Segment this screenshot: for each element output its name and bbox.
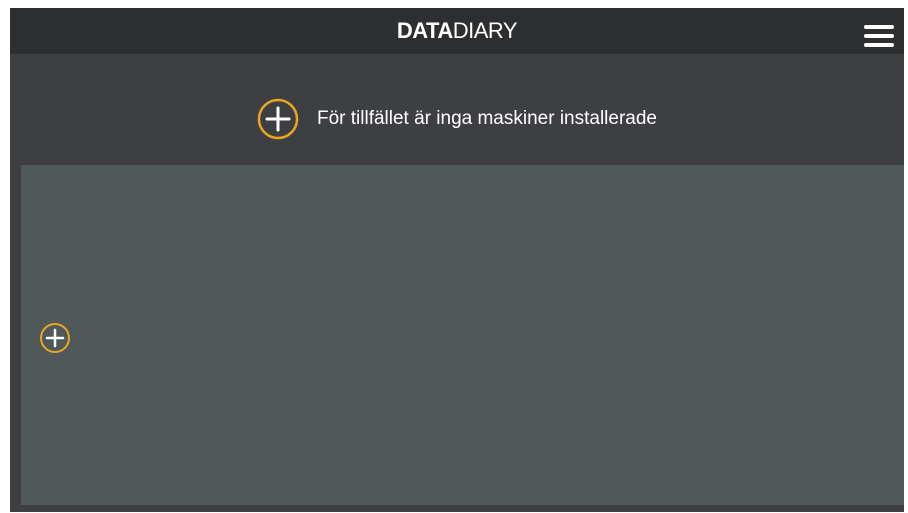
plus-circle-icon[interactable] xyxy=(39,322,71,354)
plus-circle-icon[interactable] xyxy=(257,98,299,140)
machines-panel xyxy=(21,165,904,505)
logo-bold-text: DATA xyxy=(396,18,453,43)
app-frame: DATADIARY För tillfället är inga maskine… xyxy=(10,8,904,512)
app-logo: DATADIARY xyxy=(10,8,904,54)
hamburger-menu-icon[interactable] xyxy=(864,25,894,47)
top-bar: DATADIARY xyxy=(10,8,904,54)
logo-light-text: DIARY xyxy=(452,18,518,43)
notice-text: För tillfället är inga maskiner installe… xyxy=(316,108,658,129)
empty-state-notice: För tillfället är inga maskiner installe… xyxy=(10,96,904,142)
